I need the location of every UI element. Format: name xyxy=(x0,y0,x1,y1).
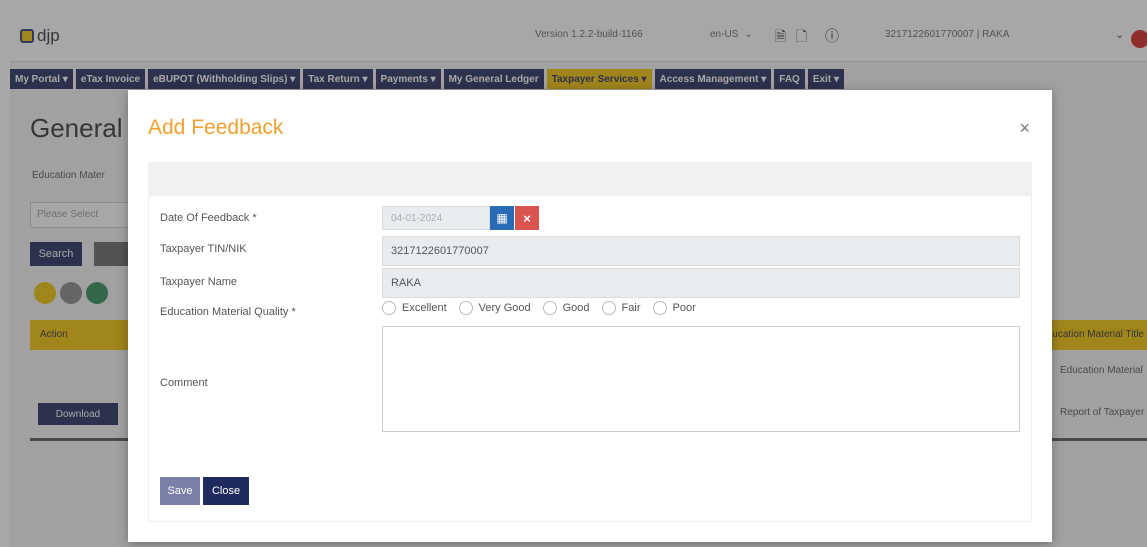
add-feedback-modal: Add Feedback × Date Of Feedback * 04-01-… xyxy=(128,90,1052,542)
radio-button[interactable] xyxy=(458,301,473,315)
date-of-feedback-input[interactable]: 04-01-2024 xyxy=(382,206,490,230)
taxpayer-name-label: Taxpayer Name xyxy=(160,276,238,288)
date-of-feedback-label: Date Of Feedback * xyxy=(160,212,257,224)
radio-excellent[interactable]: Excellent xyxy=(382,301,447,315)
radio-label: Good xyxy=(562,302,590,314)
modal-header-band xyxy=(148,162,1032,196)
radio-label: Fair xyxy=(621,302,641,314)
calendar-icon[interactable]: ▦ xyxy=(490,206,514,230)
radio-button[interactable] xyxy=(652,301,667,315)
material-quality-label: Education Material Quality * xyxy=(160,306,296,318)
comment-label: Comment xyxy=(160,377,208,389)
material-quality-radio-group: Excellent Very Good Good Fair Poor xyxy=(382,301,696,315)
taxpayer-tin-label: Taxpayer TIN/NIK xyxy=(160,243,247,255)
save-button[interactable]: Save xyxy=(160,477,200,505)
close-button[interactable]: Close xyxy=(203,477,249,505)
radio-poor[interactable]: Poor xyxy=(652,301,696,315)
radio-button[interactable] xyxy=(542,301,557,315)
radio-label: Excellent xyxy=(402,302,447,314)
taxpayer-name-field: RAKA xyxy=(382,268,1020,298)
taxpayer-tin-field: 3217122601770007 xyxy=(382,236,1020,266)
radio-label: Very Good xyxy=(478,302,531,314)
radio-label: Poor xyxy=(672,302,696,314)
comment-textarea[interactable] xyxy=(382,326,1020,432)
radio-fair[interactable]: Fair xyxy=(601,301,641,315)
close-icon[interactable]: × xyxy=(1019,118,1030,139)
modal-title: Add Feedback xyxy=(148,116,284,139)
radio-button[interactable] xyxy=(382,301,396,315)
radio-good[interactable]: Good xyxy=(542,301,590,315)
clear-icon[interactable]: × xyxy=(515,206,539,230)
radio-very-good[interactable]: Very Good xyxy=(458,301,531,315)
radio-button[interactable] xyxy=(601,301,616,315)
